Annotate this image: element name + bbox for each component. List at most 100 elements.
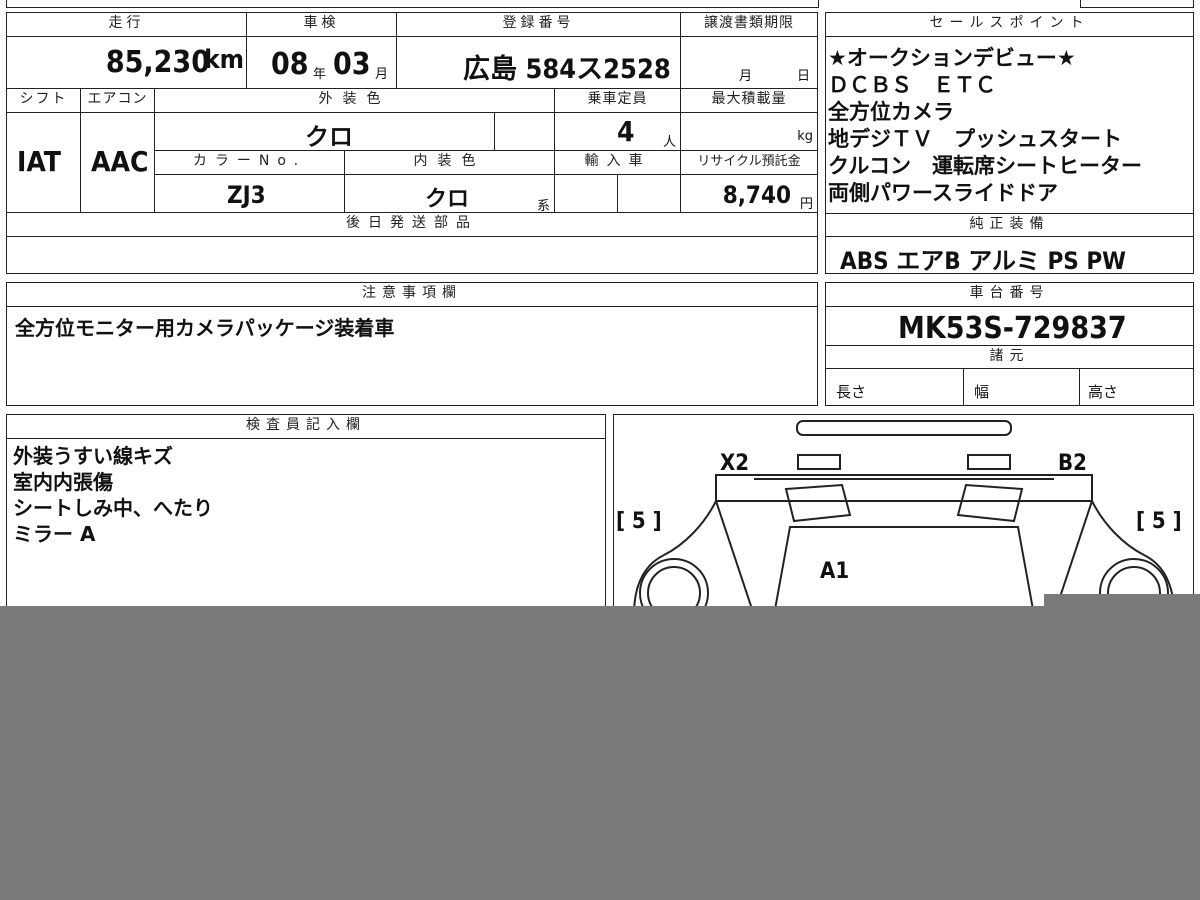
- shaken-cell: 08 年 03 月: [247, 37, 397, 89]
- capacity-value: 4: [617, 115, 635, 148]
- mileage-unit: km: [204, 45, 244, 75]
- recycle-fee-value: 8,740: [722, 181, 791, 209]
- shaken-year-unit: 年: [313, 67, 327, 82]
- notes-text: 全方位モニター用カメラパッケージ装着車: [15, 316, 395, 340]
- sales-point-line: クルコン 運転席シートヒーター: [828, 154, 1142, 178]
- sales-point-line: ＤＣＢＳ ＥＴＣ: [828, 73, 996, 97]
- sales-point-line: 両側パワースライドドア: [828, 181, 1058, 205]
- shift-label: シフト: [7, 89, 81, 113]
- vehicle-info-box: 走行 車検 登録番号 譲渡書類期限 85,230 km 08 年 03 月 広島…: [6, 12, 818, 274]
- genuine-equipment-value: ABS エアB アルミ PS PW: [840, 247, 1126, 275]
- recycle-fee-unit: 円: [799, 197, 813, 212]
- specs-length-label: 長さ: [836, 383, 867, 401]
- interior-color-cell: クロ 系: [345, 175, 555, 214]
- inspector-box: 検査員記入欄 外装うすい線キズ 室内内張傷 シートしみ中、へたり ミラー A: [6, 414, 606, 614]
- car-diagram-box: X2 B2 A1 [ 5 ] [ 5 ]: [613, 414, 1194, 614]
- color-no-label: カラーNo.: [155, 151, 345, 175]
- aircon-value: AAC: [91, 145, 149, 178]
- max-load-cell: kg: [681, 113, 817, 151]
- exterior-color-label: 外装色: [155, 89, 555, 113]
- capacity-cell: 4 人: [555, 113, 681, 151]
- sales-points-title: セールスポイント: [826, 13, 1193, 37]
- top-strip: [0, 0, 1200, 8]
- max-load-label: 最大積載量: [681, 89, 817, 113]
- registration-cell: 広島 584ス2528: [397, 37, 681, 89]
- specs-height-cell: 高さ: [1080, 369, 1193, 405]
- shaken-month: 03: [333, 47, 371, 82]
- rear-window-right-shape: [956, 483, 1024, 523]
- color-no-cell: ZJ3: [155, 175, 345, 213]
- inspector-title: 検査員記入欄: [7, 415, 605, 439]
- registration-label: 登録番号: [397, 13, 681, 37]
- mileage-value: 85,230: [105, 45, 210, 80]
- exterior-color-cell: クロ: [155, 113, 495, 151]
- left-side-mark: [ 5 ]: [616, 509, 662, 534]
- transfer-deadline-cell: 月 日: [681, 37, 817, 89]
- chassis-box: 車台番号 MK53S-729837 諸元 長さ 幅 高さ: [825, 282, 1194, 406]
- specs-width-cell: 幅: [964, 369, 1080, 405]
- gray-overlay-corner: [1044, 594, 1200, 608]
- color-no-value: ZJ3: [227, 181, 266, 209]
- inspector-line: 室内内張傷: [13, 470, 113, 494]
- aircon-cell: AAC: [81, 113, 155, 213]
- right-side-mark: [ 5 ]: [1136, 509, 1182, 534]
- rear-window-left-shape: [784, 483, 852, 523]
- recycle-fee-cell: 8,740 円: [681, 175, 817, 213]
- max-load-unit: kg: [797, 129, 813, 144]
- capacity-unit: 人: [662, 135, 676, 150]
- capacity-label: 乗車定員: [555, 89, 681, 113]
- import-label: 輸入車: [555, 151, 681, 175]
- specs-title: 諸元: [826, 345, 1193, 369]
- sales-points-box: セールスポイント ★オークションデビュー★ ＤＣＢＳ ＥＴＣ 全方位カメラ 地デ…: [825, 12, 1194, 275]
- inspector-lines: 外装うすい線キズ 室内内張傷 シートしみ中、へたり ミラー A: [13, 443, 213, 547]
- later-parts-area: [7, 237, 817, 273]
- gray-overlay-lower: [0, 606, 1200, 900]
- sales-point-line: 全方位カメラ: [828, 100, 954, 124]
- shift-value: IAT: [17, 145, 61, 178]
- chassis-number: MK53S-729837: [898, 311, 1127, 346]
- chassis-title: 車台番号: [826, 283, 1193, 307]
- notes-title: 注意事項欄: [7, 283, 817, 307]
- transfer-day-unit: 日: [797, 69, 811, 84]
- exterior-color-value: クロ: [305, 123, 353, 151]
- top-strip-line: [1080, 0, 1194, 8]
- left-pillar-line: [715, 500, 755, 613]
- shaken-month-unit: 月: [375, 67, 389, 82]
- damage-mark-x2: X2: [720, 451, 750, 476]
- car-outline-drawing: [633, 420, 1175, 613]
- exterior-color-extra-cell: [495, 113, 555, 151]
- import-cell-b: [618, 175, 681, 213]
- mileage-cell: 85,230 km: [7, 37, 247, 89]
- transfer-month-unit: 月: [739, 69, 753, 84]
- aircon-label: エアコン: [81, 89, 155, 113]
- mileage-label: 走行: [7, 13, 247, 37]
- rear-lamp-right-shape: [967, 454, 1011, 470]
- shaken-year: 08: [271, 47, 309, 82]
- registration-value: 広島 584ス2528: [463, 54, 671, 85]
- genuine-equipment-title: 純正装備: [826, 213, 1193, 237]
- later-parts-label: 後日発送部品: [7, 213, 817, 237]
- specs-height-label: 高さ: [1088, 383, 1119, 401]
- rear-lamp-left-shape: [797, 454, 841, 470]
- sales-point-line: ★オークションデビュー★: [828, 46, 1076, 70]
- roof-shape: [773, 526, 1035, 613]
- interior-color-unit: 系: [536, 199, 550, 214]
- rear-bumper-shape: [796, 420, 1012, 436]
- import-cell-a: [555, 175, 618, 213]
- shift-cell: IAT: [7, 113, 81, 213]
- inspector-line: 外装うすい線キズ: [13, 444, 173, 468]
- damage-mark-a1: A1: [820, 559, 850, 584]
- sales-points-list: ★オークションデビュー★ ＤＣＢＳ ＥＴＣ 全方位カメラ 地デジＴＶ プッシュス…: [828, 45, 1190, 207]
- interior-color-value: クロ: [425, 187, 470, 212]
- top-strip-line: [6, 0, 819, 8]
- sales-point-line: 地デジＴＶ プッシュスタート: [828, 127, 1122, 151]
- inspector-line: シートしみ中、へたり: [13, 496, 213, 520]
- shaken-label: 車検: [247, 13, 397, 37]
- recycle-fee-label: リサイクル預託金: [681, 151, 817, 175]
- interior-color-label: 内装色: [345, 151, 555, 175]
- specs-width-label: 幅: [974, 383, 990, 401]
- inspector-line: ミラー A: [13, 522, 96, 546]
- damage-mark-b2: B2: [1058, 451, 1087, 476]
- transfer-deadline-label: 譲渡書類期限: [681, 13, 817, 37]
- notes-box: 注意事項欄 全方位モニター用カメラパッケージ装着車: [6, 282, 818, 406]
